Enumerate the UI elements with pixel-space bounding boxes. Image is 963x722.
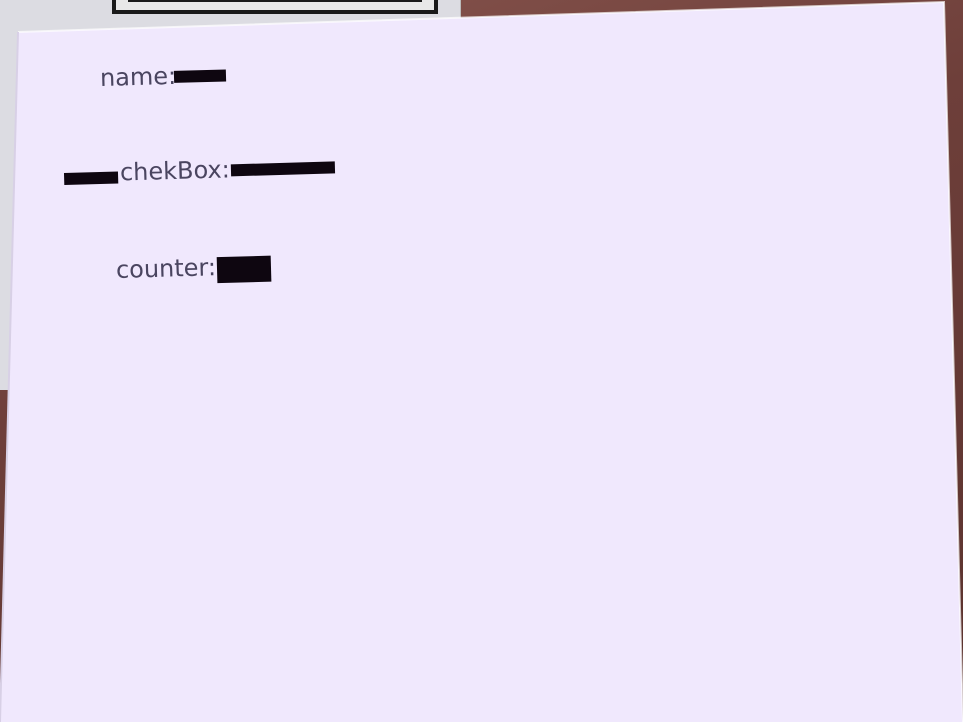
checkbox-value-redacted: [230, 161, 335, 177]
name-label: name:: [99, 61, 177, 92]
name-field: name:: [100, 60, 227, 92]
counter-label: counter:: [115, 253, 217, 284]
counter-field: counter:: [116, 250, 272, 286]
background-printed-glyphs: ◇ ⋈ ⊓ ⊏ ⊐ ⋉ ◇ ⋊ ⊓ ⋏: [156, 0, 415, 1]
scene: ◇ ⋈ ⊓ ⊏ ⊐ ⋉ ◇ ⋊ ⊓ ⋏ name: chekBox: count…: [0, 0, 963, 722]
checkbox-label: chekBox:: [119, 155, 231, 187]
counter-value-redacted: [216, 255, 272, 284]
app-card: name: chekBox: counter:: [0, 2, 963, 722]
checkbox-field[interactable]: chekBox:: [63, 152, 335, 188]
checkbox-redacted[interactable]: [63, 171, 119, 185]
name-value-redacted: [173, 69, 227, 83]
background-frame: ◇ ⋈ ⊓ ⊏ ⊐ ⋉ ◇ ⋊ ⊓ ⋏: [112, 0, 438, 14]
